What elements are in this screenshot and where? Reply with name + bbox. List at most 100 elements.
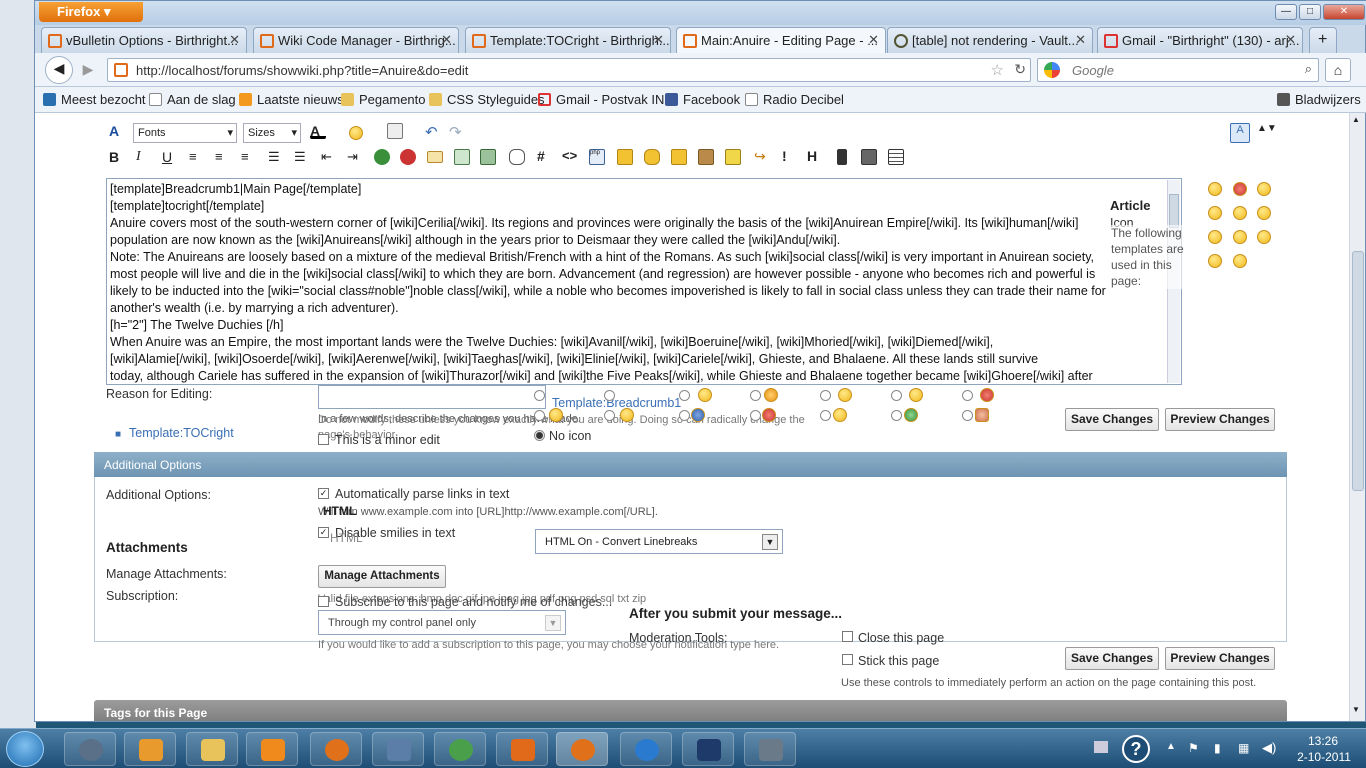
taskbar-app[interactable] — [124, 732, 176, 766]
power-icon[interactable]: ▮ — [1214, 741, 1221, 755]
icon-radio[interactable] — [534, 410, 545, 421]
ordered-list-icon[interactable]: ☰ — [268, 149, 284, 165]
search-bar[interactable]: Google ⌕ — [1037, 58, 1319, 82]
tags-header[interactable]: Tags for this Page — [94, 700, 1287, 721]
smiley-icon[interactable] — [1208, 182, 1222, 196]
forward-button[interactable]: ▶ — [75, 58, 101, 82]
minimize-button[interactable]: — — [1275, 4, 1297, 20]
icon-radio[interactable] — [604, 390, 615, 401]
page-scroll-thumb[interactable] — [1352, 251, 1364, 491]
bookmark-gmail[interactable]: Gmail - Postvak IN — [538, 92, 664, 107]
icon-radio[interactable] — [534, 390, 545, 401]
scroll-down-icon[interactable]: ▼ — [1352, 705, 1360, 714]
taskbar-app[interactable] — [372, 732, 424, 766]
volume-icon[interactable]: ◀) — [1262, 740, 1276, 756]
tab-table-rendering[interactable]: [table] not rendering - Vault... ✕ — [887, 27, 1093, 53]
save-changes-button-bottom[interactable]: Save Changes — [1065, 647, 1159, 670]
network-icon[interactable]: ▦ — [1238, 741, 1249, 755]
taskbar-app[interactable] — [682, 732, 734, 766]
wiki-user-icon[interactable] — [698, 149, 714, 165]
tab-anuire-editing[interactable]: Main:Anuire - Editing Page - ... ✕ — [676, 27, 886, 54]
redo-icon[interactable]: ↷ — [449, 123, 465, 141]
icon-radio[interactable] — [679, 410, 690, 421]
subscribe-checkbox[interactable] — [318, 596, 329, 607]
php-icon[interactable]: php — [589, 149, 605, 165]
back-button[interactable]: ◀ — [45, 56, 73, 84]
close-tab-icon[interactable]: ✕ — [653, 32, 664, 48]
smiley-icon[interactable] — [1233, 206, 1247, 220]
smiley-icon[interactable] — [1208, 230, 1222, 244]
help-icon[interactable]: ? — [1122, 735, 1150, 763]
angry-smiley-icon[interactable] — [1233, 182, 1247, 196]
preview-changes-button[interactable]: Preview Changes — [1165, 408, 1275, 431]
smiley-icon[interactable] — [1257, 182, 1271, 196]
switch-mode-icon[interactable]: A — [1230, 123, 1250, 143]
smiley-icon[interactable] — [1233, 254, 1247, 268]
image-icon[interactable] — [454, 149, 470, 165]
home-button[interactable]: ⌂ — [1325, 58, 1351, 82]
clock-date[interactable]: 2-10-2011 — [1296, 750, 1352, 764]
address-bar[interactable]: http://localhost/forums/showwiki.php?tit… — [107, 58, 1031, 82]
taskbar-app[interactable] — [496, 732, 548, 766]
tab-vbulletin[interactable]: vBulletin Options - Birthright... ✕ — [41, 27, 247, 53]
taskbar-app-active[interactable] — [556, 732, 608, 766]
table-icon[interactable] — [888, 149, 904, 165]
tab-template-tocright[interactable]: Template:TOCright - Birthrigh... ✕ — [465, 27, 671, 53]
wiki-notice-icon[interactable] — [725, 149, 741, 165]
quote-icon[interactable] — [509, 149, 525, 165]
resize-icon[interactable]: ▲▼ — [1257, 123, 1277, 139]
search-icon[interactable]: ⌕ — [1305, 61, 1312, 77]
underline-button[interactable]: U — [162, 149, 178, 165]
exclamation-icon[interactable]: ! — [782, 148, 798, 164]
start-button[interactable] — [6, 731, 44, 767]
tray-expand-icon[interactable]: ▲ — [1166, 741, 1176, 752]
preview-changes-button-bottom[interactable]: Preview Changes — [1165, 647, 1275, 670]
taskbar-app[interactable] — [246, 732, 298, 766]
bookmark-latest-news[interactable]: Laatste nieuws — [239, 92, 344, 107]
align-center-icon[interactable]: ≡ — [215, 149, 231, 165]
taskbar-app[interactable] — [620, 732, 672, 766]
close-tab-icon[interactable]: ✕ — [441, 32, 452, 48]
taskbar-app[interactable] — [186, 732, 238, 766]
align-left-icon[interactable]: ≡ — [189, 149, 205, 165]
tab-gmail[interactable]: Gmail - "Birthright" (130) - arj... ✕ — [1097, 27, 1303, 53]
tab-wiki-code[interactable]: Wiki Code Manager - Birthrig... ✕ — [253, 27, 459, 53]
firefox-menu-button[interactable]: Firefox ▾ — [39, 2, 143, 22]
page-scrollbar[interactable]: ▲ ▼ — [1349, 113, 1365, 721]
close-tab-icon[interactable]: ✕ — [868, 32, 879, 48]
icon-radio[interactable] — [891, 410, 902, 421]
close-tab-icon[interactable]: ✕ — [1285, 32, 1296, 48]
no-icon-radio[interactable] — [534, 430, 545, 441]
flag-icon[interactable]: ⚑ — [1188, 741, 1199, 755]
minor-edit-checkbox[interactable] — [318, 434, 329, 445]
smiley-icon[interactable] — [1257, 230, 1271, 244]
align-right-icon[interactable]: ≡ — [241, 149, 257, 165]
keyboard-icon[interactable] — [1094, 741, 1108, 753]
reason-input[interactable] — [318, 385, 546, 409]
attachment-icon[interactable] — [387, 123, 403, 139]
email-icon[interactable] — [427, 151, 443, 163]
new-tab-button[interactable]: + — [1309, 27, 1337, 53]
bookmark-pegamento[interactable]: Pegamento — [341, 92, 426, 107]
heading-icon[interactable]: H — [807, 148, 823, 164]
stick-page-checkbox[interactable] — [842, 654, 853, 665]
icon-radio[interactable] — [679, 390, 690, 401]
manage-attachments-button[interactable]: Manage Attachments — [318, 565, 446, 588]
close-tab-icon[interactable]: ✕ — [1075, 32, 1086, 48]
close-button[interactable]: ✕ — [1323, 4, 1365, 20]
taskbar-app[interactable] — [64, 732, 116, 766]
smiley-icon[interactable] — [1233, 230, 1247, 244]
outdent-icon[interactable]: ⇤ — [321, 149, 337, 165]
indent-icon[interactable]: ⇥ — [347, 149, 363, 165]
clock-time[interactable]: 13:26 — [1300, 734, 1346, 748]
icon-radio[interactable] — [820, 390, 831, 401]
template-breadcrumb-link[interactable]: Template:Breadcrumb1 — [552, 396, 681, 410]
bookmark-radio-decibel[interactable]: Radio Decibel — [745, 92, 844, 107]
bookmark-star-icon[interactable]: ☆ — [991, 61, 1004, 79]
close-page-checkbox[interactable] — [842, 631, 853, 642]
save-changes-button[interactable]: Save Changes — [1065, 408, 1159, 431]
italic-button[interactable]: I — [136, 149, 152, 165]
code-hash-icon[interactable]: # — [537, 148, 553, 164]
editor-scroll-thumb[interactable] — [1169, 194, 1179, 228]
smiley-icon[interactable] — [1208, 206, 1222, 220]
